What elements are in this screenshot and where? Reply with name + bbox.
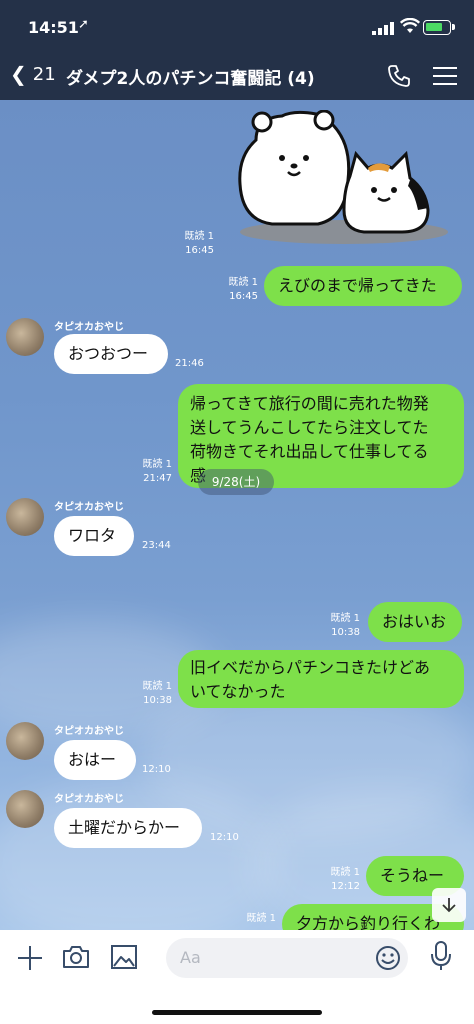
- outgoing-message[interactable]: 旧イベだからパチンコきたけどあ いてなかった: [178, 650, 464, 708]
- chat-area[interactable]: [0, 100, 474, 930]
- incoming-message[interactable]: 土曜だからかー: [54, 808, 202, 848]
- read-receipt: 既読 1 10:38: [330, 613, 360, 638]
- outgoing-message[interactable]: えびのまで帰ってきた: [264, 266, 462, 306]
- sender-name: タピオカおやじ: [54, 502, 124, 513]
- chat-title: ダメプ2人のパチンコ奮闘記 (4): [66, 69, 315, 89]
- camera-icon[interactable]: [62, 944, 90, 970]
- bear-cat-sticker: [238, 110, 448, 244]
- avatar[interactable]: [6, 318, 44, 356]
- avatar[interactable]: [6, 790, 44, 828]
- cellular-signal-icon: [372, 22, 394, 35]
- message-time: 21:46: [175, 358, 204, 369]
- battery-icon: [423, 20, 451, 35]
- battery-tip: [452, 24, 455, 30]
- app-header: 14:51 ➚ ❮ 21 ダメプ2人のパチンコ奮闘記 (4): [0, 0, 474, 100]
- avatar[interactable]: [6, 498, 44, 536]
- status-time: 14:51: [28, 18, 79, 37]
- read-receipt: 既読 1: [246, 913, 276, 924]
- message-time: 12:10: [210, 832, 239, 843]
- location-arrow-icon: ➚: [78, 17, 89, 32]
- message-input[interactable]: Aa: [166, 938, 408, 978]
- message-time: 12:10: [142, 764, 171, 775]
- incoming-message[interactable]: ワロタ: [54, 516, 134, 556]
- emoji-icon[interactable]: [374, 944, 402, 972]
- read-receipt: 既読 1 16:45: [184, 231, 214, 256]
- microphone-icon[interactable]: [428, 940, 454, 972]
- incoming-message[interactable]: おはー: [54, 740, 136, 780]
- unread-count: 21: [32, 63, 56, 85]
- plus-icon[interactable]: [16, 944, 44, 972]
- message-time: 23:44: [142, 540, 171, 551]
- incoming-message[interactable]: おつおつー: [54, 334, 168, 374]
- read-receipt: 既読 1 21:47: [142, 459, 172, 484]
- input-placeholder: Aa: [180, 948, 201, 967]
- sender-name: タピオカおやじ: [54, 322, 124, 333]
- read-receipt: 既読 1 16:45: [228, 277, 258, 302]
- sender-name: タピオカおやじ: [54, 794, 124, 805]
- hamburger-menu-icon[interactable]: [433, 66, 457, 86]
- read-receipt: 既読 1 12:12: [330, 867, 360, 892]
- home-indicator: [152, 1010, 322, 1015]
- read-receipt: 既読 1 10:38: [142, 681, 172, 706]
- scroll-to-bottom-button[interactable]: [432, 888, 466, 922]
- phone-icon[interactable]: [386, 63, 412, 89]
- date-separator: 9/28(土): [198, 469, 274, 495]
- arrow-down-icon: [442, 898, 456, 913]
- chevron-left-icon: ❮: [10, 62, 27, 86]
- back-button[interactable]: ❮ 21: [10, 62, 56, 86]
- outgoing-message[interactable]: おはいお: [368, 602, 462, 642]
- status-bar: 14:51 ➚: [0, 0, 474, 52]
- image-icon[interactable]: [110, 944, 138, 970]
- wifi-icon: [400, 18, 420, 33]
- message-input-bar: Aa: [0, 930, 474, 1024]
- sender-name: タピオカおやじ: [54, 726, 124, 737]
- avatar[interactable]: [6, 722, 44, 760]
